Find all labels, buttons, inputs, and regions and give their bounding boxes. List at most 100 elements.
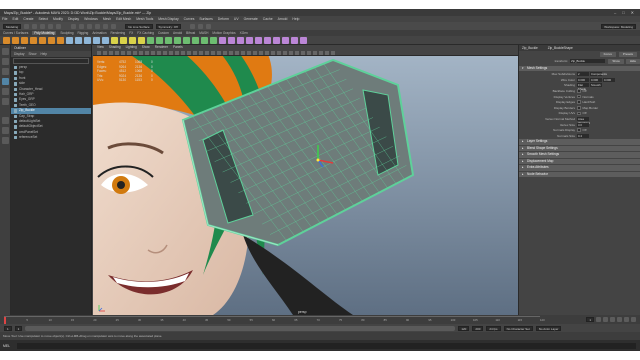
viewport-tool-icon[interactable] [283, 50, 287, 55]
character-set-dropdown[interactable]: No Character Set [503, 325, 533, 331]
paint-select-icon[interactable] [2, 68, 9, 75]
menu-file[interactable]: File [2, 17, 7, 21]
hide-button[interactable]: Hide [625, 58, 640, 64]
current-time-marker[interactable] [4, 317, 6, 324]
menu-mesh-display[interactable]: Mesh Display [158, 17, 178, 21]
menu-windows[interactable]: Windows [84, 17, 98, 21]
attribute-section-header[interactable]: Extra Attributes [519, 165, 640, 171]
end-frame-field[interactable]: 200 [472, 325, 484, 331]
step-forward-icon[interactable] [624, 317, 629, 322]
shelf-tab-poly-modeling[interactable]: Poly Modeling [32, 31, 57, 35]
attribute-value-field[interactable]: Area Weighted [577, 116, 590, 125]
shelf-tool-icon[interactable] [66, 36, 73, 44]
viewport-tool-icon[interactable] [259, 50, 263, 55]
viewport-tool-icon[interactable] [175, 50, 179, 55]
maximize-icon[interactable]: □ [622, 10, 624, 15]
current-frame-field[interactable]: 1 [586, 317, 594, 322]
close-icon[interactable]: ✕ [631, 10, 634, 15]
viewport-tool-icon[interactable] [253, 50, 257, 55]
shelf-tool-icon[interactable] [282, 36, 289, 44]
shelf-tool-icon[interactable] [174, 36, 181, 44]
shelf-tool-icon[interactable] [156, 36, 163, 44]
viewport-tool-icon[interactable] [115, 50, 119, 55]
attribute-checkbox[interactable] [577, 106, 581, 110]
menu-modify[interactable]: Modify [53, 17, 63, 21]
viewport-tool-icon[interactable] [205, 50, 209, 55]
shelf-tool-icon[interactable] [138, 36, 145, 44]
attribute-checkbox[interactable] [577, 94, 581, 99]
move-tool-icon[interactable] [2, 78, 9, 85]
render-settings-icon[interactable] [205, 23, 211, 29]
attribute-value-field[interactable]: 0.000 [577, 77, 589, 82]
outliner-item[interactable]: referenceSet [11, 135, 91, 140]
minimize-icon[interactable]: – [614, 10, 616, 15]
shelf-tool-icon[interactable] [120, 36, 127, 44]
save-scene-icon[interactable] [40, 23, 46, 29]
scale-tool-icon[interactable] [2, 98, 9, 105]
menu-edit[interactable]: Edit [12, 17, 18, 21]
shelf-tab-rendering[interactable]: Rendering [111, 31, 126, 35]
shelf-tool-icon[interactable] [39, 36, 46, 44]
viewport-tool-icon[interactable] [121, 50, 125, 55]
attribute-value-field[interactable]: Flat Shade [577, 83, 589, 91]
viewport-tool-icon[interactable] [313, 50, 317, 55]
viewport-tool-icon[interactable] [151, 50, 155, 55]
open-scene-icon[interactable] [32, 23, 38, 29]
viewport-tool-icon[interactable] [235, 50, 239, 55]
new-scene-icon[interactable] [24, 23, 30, 29]
shelf-tool-icon[interactable] [111, 36, 118, 44]
attribute-section-header[interactable]: Mesh Settings [519, 65, 640, 72]
outliner-menu-show[interactable]: Show [28, 51, 36, 57]
viewport-tool-icon[interactable] [139, 50, 143, 55]
viewport-tool-icon[interactable] [181, 50, 185, 55]
shelf-tab-rigging[interactable]: Rigging [78, 31, 89, 35]
viewport-tool-icon[interactable] [97, 50, 101, 55]
viewport-tool-icon[interactable] [277, 50, 281, 55]
shelf-tool-icon[interactable] [93, 36, 100, 44]
viewport-tool-icon[interactable] [295, 50, 299, 55]
start-frame-field[interactable]: 1 [4, 325, 12, 331]
menu-mesh[interactable]: Mesh [103, 17, 111, 21]
shelf-tool-icon[interactable] [57, 36, 64, 44]
presets-button[interactable]: Presets [618, 52, 637, 57]
shelf-tool-icon[interactable] [219, 36, 226, 44]
shelf-tool-icon[interactable] [237, 36, 244, 44]
shelf-tool-icon[interactable] [12, 36, 19, 44]
attribute-value-field[interactable]: 0.4 [577, 133, 589, 138]
shelf-tab-fx[interactable]: FX [129, 31, 133, 35]
lasso-tool-icon[interactable] [2, 58, 9, 65]
shelf-tool-icon[interactable] [165, 36, 172, 44]
shelf-tool-icon[interactable] [228, 36, 235, 44]
viewport-tool-icon[interactable] [229, 50, 233, 55]
attribute-value-field[interactable]: Components [590, 72, 607, 77]
shelf-tool-icon[interactable] [273, 36, 280, 44]
command-mode[interactable]: MEL [3, 344, 17, 348]
menu-curves[interactable]: Curves [184, 17, 195, 21]
menu-display[interactable]: Display [68, 17, 79, 21]
attribute-checkbox[interactable] [577, 128, 581, 132]
redo-icon[interactable] [56, 23, 62, 29]
play-forward-icon[interactable] [617, 317, 622, 322]
attribute-section-header[interactable]: Displacement Map [519, 158, 640, 165]
outliner-layout-icon[interactable] [2, 137, 9, 144]
shelf-tab-xgen[interactable]: XGen [240, 31, 248, 35]
menu-set-dropdown[interactable]: Modeling [3, 23, 22, 29]
viewport-tool-icon[interactable] [301, 50, 305, 55]
viewport-tool-icon[interactable] [289, 50, 293, 55]
shelf-tool-icon[interactable] [264, 36, 271, 44]
viewport-tool-icon[interactable] [133, 50, 137, 55]
ipr-render-icon[interactable] [197, 23, 203, 29]
outliner-menu-help[interactable]: Help [40, 51, 47, 57]
perspective-viewport[interactable]: View Shading Lighting Show Renderer Panels Ve… [93, 45, 518, 315]
focus-button[interactable]: Focus [599, 52, 616, 57]
menu-uv[interactable]: UV [234, 17, 239, 21]
range-start-field[interactable]: 1 [14, 325, 23, 331]
shelf-tool-icon[interactable] [147, 36, 154, 44]
time-slider[interactable]: 1510152025303540455055606570758085909510… [0, 315, 640, 324]
viewport-tool-icon[interactable] [127, 50, 131, 55]
select-hierarchy-icon[interactable] [71, 23, 77, 29]
single-view-icon[interactable] [2, 117, 9, 124]
attribute-checkbox[interactable] [577, 111, 581, 116]
attribute-value-field[interactable]: 2 [577, 72, 589, 77]
shelf-tab-sculpting[interactable]: Sculpting [60, 31, 73, 35]
